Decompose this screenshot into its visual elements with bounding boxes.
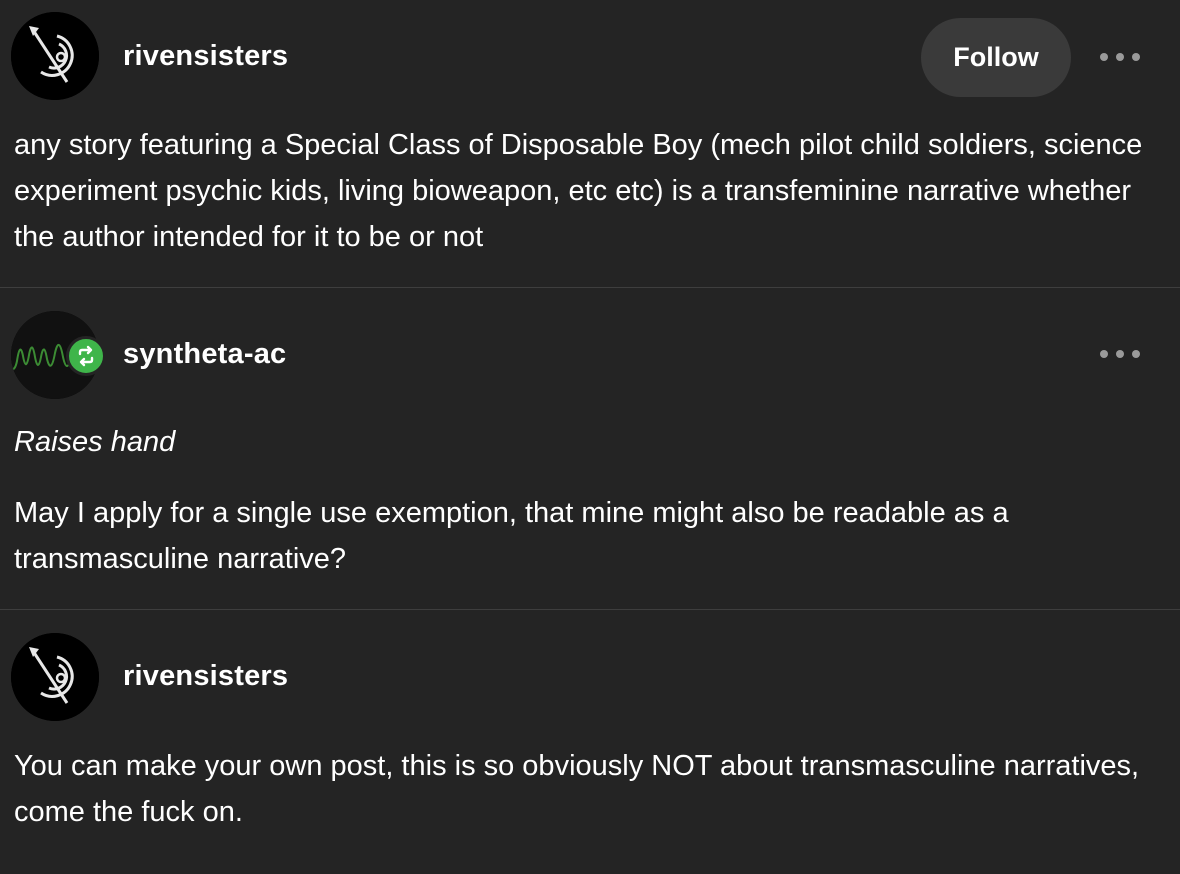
follow-button[interactable]: Follow [921,18,1071,97]
dot [1100,53,1108,61]
post-text-emphasis: Raises hand [14,426,176,458]
post-text: You can make your own post, this is so o… [14,750,1140,828]
more-options-icon[interactable] [1100,47,1140,67]
dot [1116,53,1124,61]
post-text: May I apply for a single use exemption, … [14,497,1009,575]
post-reblog: syntheta-ac Raises hand May I apply for … [0,288,1180,610]
avatar[interactable] [11,633,99,721]
dot [1116,350,1124,358]
post-reply: rivensisters You can make your own post,… [0,610,1180,874]
reblog-icon [78,345,94,367]
post-text: any story featuring a Special Class of D… [14,129,1143,253]
dot [1100,350,1108,358]
compass-dial-icon [11,633,99,721]
username[interactable]: rivensisters [123,40,288,73]
dot [1132,53,1140,61]
avatar[interactable] [11,12,99,100]
username[interactable]: syntheta-ac [123,338,286,371]
reblog-badge [66,336,106,376]
username[interactable]: rivensisters [123,660,288,693]
post-original: rivensisters Follow any story featuring … [0,0,1180,288]
more-options-icon[interactable] [1100,344,1140,364]
dot [1132,350,1140,358]
compass-dial-icon [11,12,99,100]
